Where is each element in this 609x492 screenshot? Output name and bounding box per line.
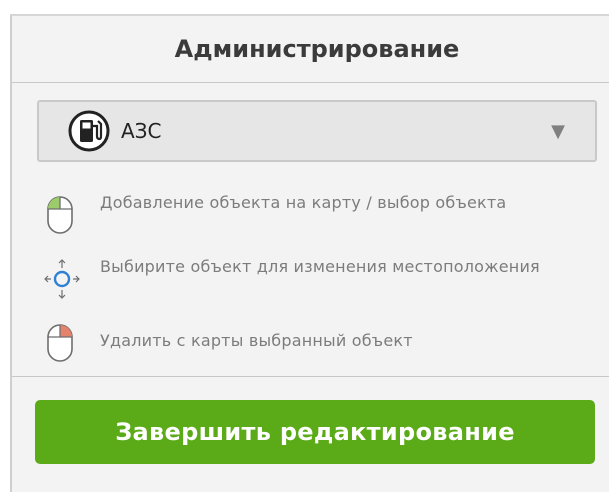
hint-add-select: Добавление объекта на карту / выбор объе… (44, 191, 604, 251)
chevron-down-icon[interactable]: ▼ (551, 121, 565, 142)
mouse-left-click-icon (44, 191, 80, 243)
finish-editing-button[interactable]: Завершить редактирование (35, 400, 595, 464)
mouse-right-click-icon (44, 319, 80, 371)
selected-value: АЗС (121, 119, 162, 143)
hint-move: Выбирите объект для изменения местополож… (44, 255, 604, 315)
object-type-select[interactable]: АЗС ▼ (37, 100, 597, 162)
hint-add-text: Добавление объекта на карту / выбор объе… (100, 193, 507, 212)
hint-delete-text: Удалить с карты выбранный объект (100, 331, 413, 350)
hint-move-text: Выбирите объект для изменения местополож… (100, 257, 540, 276)
panel-title: Администрирование (12, 16, 609, 83)
admin-panel: Администрирование АЗС ▼ Добавление объек… (10, 14, 609, 492)
divider (12, 376, 609, 377)
fuel-pump-icon (67, 109, 111, 153)
move-arrows-icon (44, 255, 80, 307)
hint-delete: Удалить с карты выбранный объект (44, 319, 604, 379)
